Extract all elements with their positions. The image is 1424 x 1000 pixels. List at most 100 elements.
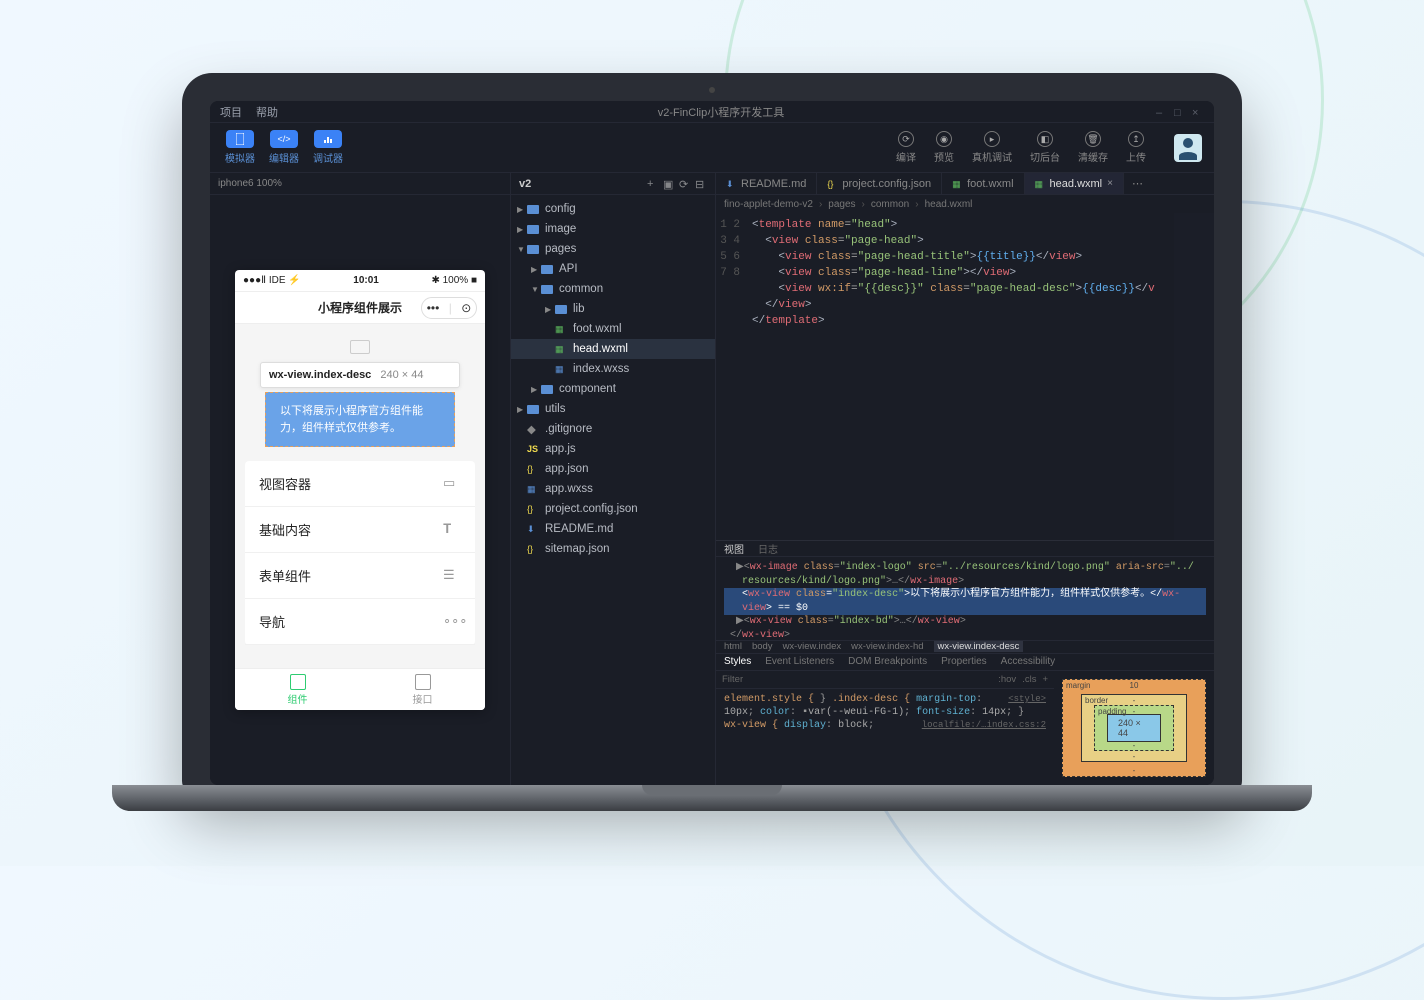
list-item-view-container[interactable]: 视图容器▭ <box>245 461 475 507</box>
tab-head[interactable]: ▦head.wxml× <box>1025 173 1124 194</box>
list-item-form[interactable]: 表单组件☰ <box>245 553 475 599</box>
folder-config[interactable]: ▶config <box>511 199 715 219</box>
more-icon: ••• <box>427 301 440 315</box>
phone-preview[interactable]: ●●●Ⅱ IDE ⚡ 10:01 ✱ 100% ■ 小程序组件展示 ••• | … <box>235 270 485 710</box>
folder-common[interactable]: ▼common <box>511 279 715 299</box>
maximize-icon[interactable]: □ <box>1174 107 1186 117</box>
main-split: iphone6 100% ●●●Ⅱ IDE ⚡ 10:01 ✱ 100% ■ 小… <box>210 173 1214 785</box>
dom-tree[interactable]: ▶<wx-image class="index-logo" src="../re… <box>716 557 1214 640</box>
phone-icon <box>226 130 254 148</box>
component-icon <box>290 674 306 690</box>
devtools: 视图 日志 ▶<wx-image class="index-logo" src=… <box>716 540 1214 785</box>
preview-button[interactable]: ◉预览 <box>934 131 954 164</box>
ide-screen: 项目 帮助 v2-FinClip小程序开发工具 – □ × 模拟器 </> 编辑… <box>210 101 1214 785</box>
inspector-tooltip: wx-view.index-desc 240 × 44 <box>260 362 460 388</box>
tabbar-api[interactable]: 接口 <box>360 669 485 710</box>
crumb-hd[interactable]: wx-view.index-hd <box>851 641 923 652</box>
add-rule-icon[interactable]: + <box>1042 674 1048 685</box>
file-app-wxss[interactable]: ▦app.wxss <box>511 479 715 499</box>
clear-cache-button[interactable]: 🗑清缓存 <box>1078 131 1108 164</box>
text-icon: 𝐓 <box>443 521 461 539</box>
user-avatar[interactable] <box>1174 134 1202 162</box>
collapse-icon[interactable]: ⊟ <box>695 178 707 190</box>
background-button[interactable]: ◧切后台 <box>1030 131 1060 164</box>
tab-debugger[interactable]: 调试器 <box>310 130 346 165</box>
styles-panel[interactable]: element.style { } .index-desc {<style> m… <box>716 689 1054 785</box>
window-title: v2-FinClip小程序开发工具 <box>292 104 1150 120</box>
tab-overflow[interactable]: ⋯ <box>1124 173 1151 194</box>
tab-project-config[interactable]: {}project.config.json <box>817 173 942 194</box>
new-file-icon[interactable]: + <box>647 178 659 190</box>
file-app-js[interactable]: JSapp.js <box>511 439 715 459</box>
close-icon[interactable]: × <box>1192 107 1204 117</box>
highlighted-element: 以下将展示小程序官方组件能力，组件样式仅供参考。 <box>265 392 455 447</box>
minimap[interactable] <box>1174 213 1214 540</box>
folder-component[interactable]: ▶component <box>511 379 715 399</box>
editor-breadcrumb: fino-applet-demo-v2› pages› common› head… <box>716 195 1214 213</box>
minimize-icon[interactable]: – <box>1156 107 1168 117</box>
simulator-header: iphone6 100% <box>210 173 510 195</box>
phone-tabbar: 组件 接口 <box>235 668 485 710</box>
menu-help[interactable]: 帮助 <box>256 104 278 120</box>
trash-icon: 🗑 <box>1085 131 1101 147</box>
crumb-body[interactable]: body <box>752 641 773 652</box>
upload-button[interactable]: ↥上传 <box>1126 131 1146 164</box>
remote-debug-button[interactable]: ▸真机调试 <box>972 131 1012 164</box>
devtools-tab-view[interactable]: 视图 <box>724 541 744 556</box>
tabbar-component[interactable]: 组件 <box>235 669 360 710</box>
devtools-tab-accessibility[interactable]: Accessibility <box>1001 656 1055 667</box>
file-project-config[interactable]: {}project.config.json <box>511 499 715 519</box>
file-head-wxml[interactable]: ▦head.wxml <box>511 339 715 359</box>
code-content[interactable]: <template name="head"> <view class="page… <box>746 213 1174 540</box>
tab-simulator[interactable]: 模拟器 <box>222 130 258 165</box>
phone-statusbar: ●●●Ⅱ IDE ⚡ 10:01 ✱ 100% ■ <box>235 270 485 292</box>
tab-editor[interactable]: </> 编辑器 <box>266 130 302 165</box>
folder-api[interactable]: ▶API <box>511 259 715 279</box>
styles-filter[interactable]: Filter <box>722 674 992 685</box>
tab-close-icon[interactable]: × <box>1107 178 1113 189</box>
cls-toggle[interactable]: .cls <box>1022 674 1036 685</box>
devtools-tab-breakpoints[interactable]: DOM Breakpoints <box>848 656 927 667</box>
tab-foot[interactable]: ▦foot.wxml <box>942 173 1024 194</box>
code-editor[interactable]: 1 2 3 4 5 6 7 8 <template name="head"> <… <box>716 213 1214 540</box>
devtools-tab-log[interactable]: 日志 <box>758 541 778 556</box>
dom-selected-node[interactable]: <wx-view class="index-desc">以下将展示小程序官方组件… <box>724 588 1206 615</box>
laptop-base <box>112 785 1312 811</box>
folder-pages[interactable]: ▼pages <box>511 239 715 259</box>
remote-icon: ▸ <box>984 131 1000 147</box>
compile-button[interactable]: ⟳编译 <box>896 131 916 164</box>
file-gitignore[interactable]: ◆.gitignore <box>511 419 715 439</box>
file-explorer: v2 + ▣ ⟳ ⊟ ▶config ▶image ▼pages ▶API ▼c… <box>510 173 715 785</box>
devtools-tab-listeners[interactable]: Event Listeners <box>765 656 834 667</box>
crumb-desc[interactable]: wx-view.index-desc <box>934 641 1024 652</box>
box-model: margin 10 border - padding - 240 × 44 <box>1054 671 1214 785</box>
folder-utils[interactable]: ▶utils <box>511 399 715 419</box>
list-item-navigation[interactable]: 导航∘∘∘ <box>245 599 475 645</box>
file-readme[interactable]: ⬇README.md <box>511 519 715 539</box>
menubar: 项目 帮助 v2-FinClip小程序开发工具 – □ × <box>210 101 1214 123</box>
folder-image[interactable]: ▶image <box>511 219 715 239</box>
crumb-html[interactable]: html <box>724 641 742 652</box>
folder-lib[interactable]: ▶lib <box>511 299 715 319</box>
file-foot-wxml[interactable]: ▦foot.wxml <box>511 319 715 339</box>
new-folder-icon[interactable]: ▣ <box>663 178 675 190</box>
tab-readme[interactable]: ⬇README.md <box>716 173 817 194</box>
crumb-index[interactable]: wx-view.index <box>783 641 842 652</box>
logo-placeholder <box>350 340 370 354</box>
file-index-wxss[interactable]: ▦index.wxss <box>511 359 715 379</box>
debug-icon <box>314 130 342 148</box>
file-sitemap[interactable]: {}sitemap.json <box>511 539 715 559</box>
devtools-tab-properties[interactable]: Properties <box>941 656 987 667</box>
menu-project[interactable]: 项目 <box>220 104 242 120</box>
list-item-basic-content[interactable]: 基础内容𝐓 <box>245 507 475 553</box>
upload-icon: ↥ <box>1128 131 1144 147</box>
file-app-json[interactable]: {}app.json <box>511 459 715 479</box>
hov-toggle[interactable]: :hov <box>998 674 1016 685</box>
capsule-button[interactable]: ••• | ⊙ <box>421 297 477 319</box>
code-icon: </> <box>270 130 298 148</box>
devtools-tab-styles[interactable]: Styles <box>724 656 751 667</box>
dom-breadcrumb: html body wx-view.index wx-view.index-hd… <box>716 640 1214 654</box>
laptop-frame: 项目 帮助 v2-FinClip小程序开发工具 – □ × 模拟器 </> 编辑… <box>182 73 1242 793</box>
refresh-icon[interactable]: ⟳ <box>679 178 691 190</box>
close-circle-icon: ⊙ <box>461 301 471 315</box>
